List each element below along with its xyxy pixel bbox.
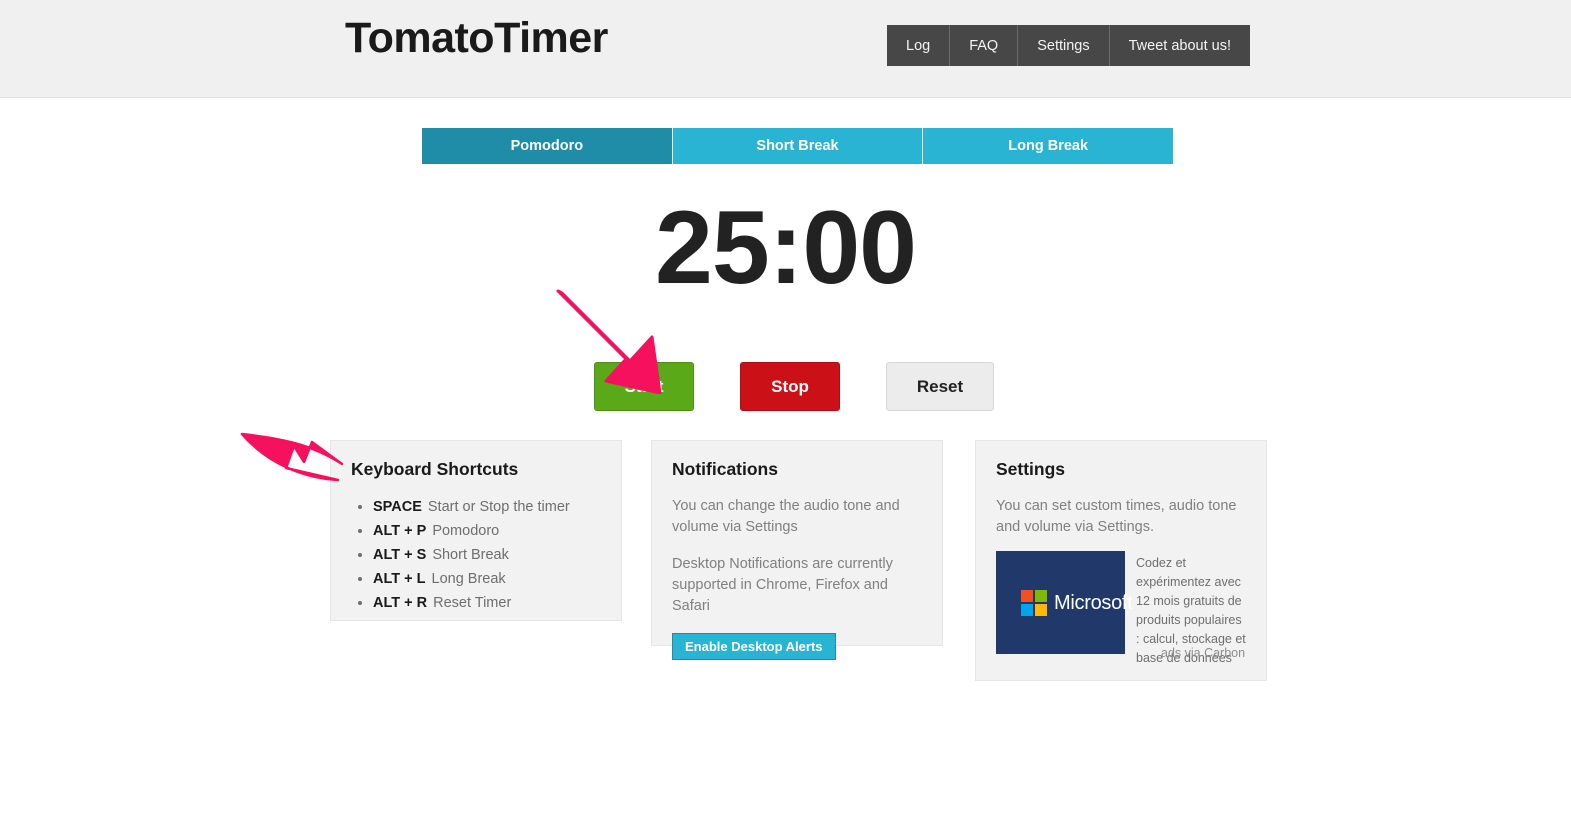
- shortcut-action: Long Break: [431, 571, 506, 588]
- page-header: TomatoTimer Log FAQ Settings Tweet about…: [0, 0, 1571, 98]
- nav-item-settings[interactable]: Settings: [1018, 25, 1110, 66]
- shortcut-action: Start or Stop the timer: [427, 499, 570, 515]
- ad-attribution[interactable]: ads via Carbon: [1161, 646, 1245, 660]
- arrow-to-keyboard-shortcuts-annotation: [240, 432, 344, 482]
- nav-item-faq[interactable]: FAQ: [950, 25, 1019, 66]
- shortcut-key: ALT + S: [373, 547, 427, 564]
- settings-title: Settings: [996, 459, 1066, 479]
- shortcut-key: ALT + P: [373, 523, 427, 540]
- notifications-paragraph-1: You can change the audio tone and volume…: [672, 498, 900, 536]
- tab-long-break[interactable]: Long Break: [923, 128, 1174, 164]
- enable-desktop-alerts-button[interactable]: Enable Desktop Alerts: [672, 633, 836, 661]
- list-item: ALT + P Pomodoro: [373, 520, 601, 542]
- notifications-title: Notifications: [672, 459, 778, 479]
- shortcut-key: ALT + L: [373, 571, 426, 588]
- timer-display: 25:00: [655, 190, 917, 306]
- site-logo-text: TomatoTimer: [345, 14, 608, 62]
- arrow-to-start-button-annotation: [556, 289, 662, 394]
- list-item: ALT + S Short Break: [373, 544, 601, 566]
- stop-button[interactable]: Stop: [740, 362, 840, 411]
- main-nav: Log FAQ Settings Tweet about us!: [887, 25, 1250, 66]
- microsoft-logo-icon: [1021, 590, 1047, 616]
- list-item: ALT + R Reset Timer: [373, 592, 601, 614]
- shortcut-list: SPACE Start or Stop the timer ALT + P Pomo…: [351, 496, 601, 614]
- shortcut-action: Pomodoro: [432, 523, 500, 540]
- shortcut-action: Reset Timer: [433, 595, 512, 612]
- tab-pomodoro[interactable]: Pomodoro: [422, 128, 673, 164]
- keyboard-shortcuts-title: Keyboard Shortcuts: [351, 459, 519, 479]
- carbon-ad[interactable]: Microsoft Codez et expérimentez avec 12 …: [996, 551, 1248, 665]
- mode-tabs: Pomodoro Short Break Long Break: [422, 128, 1174, 164]
- nav-item-tweet[interactable]: Tweet about us!: [1110, 25, 1250, 66]
- nav-item-log[interactable]: Log: [887, 25, 951, 66]
- shortcut-key: ALT + R: [373, 595, 428, 612]
- notifications-panel: Notifications You can change the audio t…: [651, 440, 943, 661]
- settings-panel: Settings You can set custom times, audio…: [975, 440, 1267, 681]
- reset-button[interactable]: Reset: [886, 362, 994, 411]
- shortcut-key: SPACE: [373, 499, 422, 515]
- ad-image[interactable]: Microsoft: [996, 551, 1133, 654]
- ad-logo-text: Microsoft: [1054, 592, 1133, 614]
- settings-paragraph-1: You can set custom times, audio tone and…: [996, 498, 1237, 536]
- list-item: ALT + L Long Break: [373, 568, 601, 590]
- tab-short-break[interactable]: Short Break: [672, 128, 924, 164]
- list-item: SPACE Start or Stop the timer: [373, 496, 601, 518]
- notifications-paragraph-2: Desktop Notifications are currently supp…: [672, 556, 893, 615]
- shortcut-action: Short Break: [432, 547, 509, 564]
- keyboard-shortcuts-panel: Keyboard Shortcuts SPACE Start or Stop th…: [330, 440, 622, 621]
